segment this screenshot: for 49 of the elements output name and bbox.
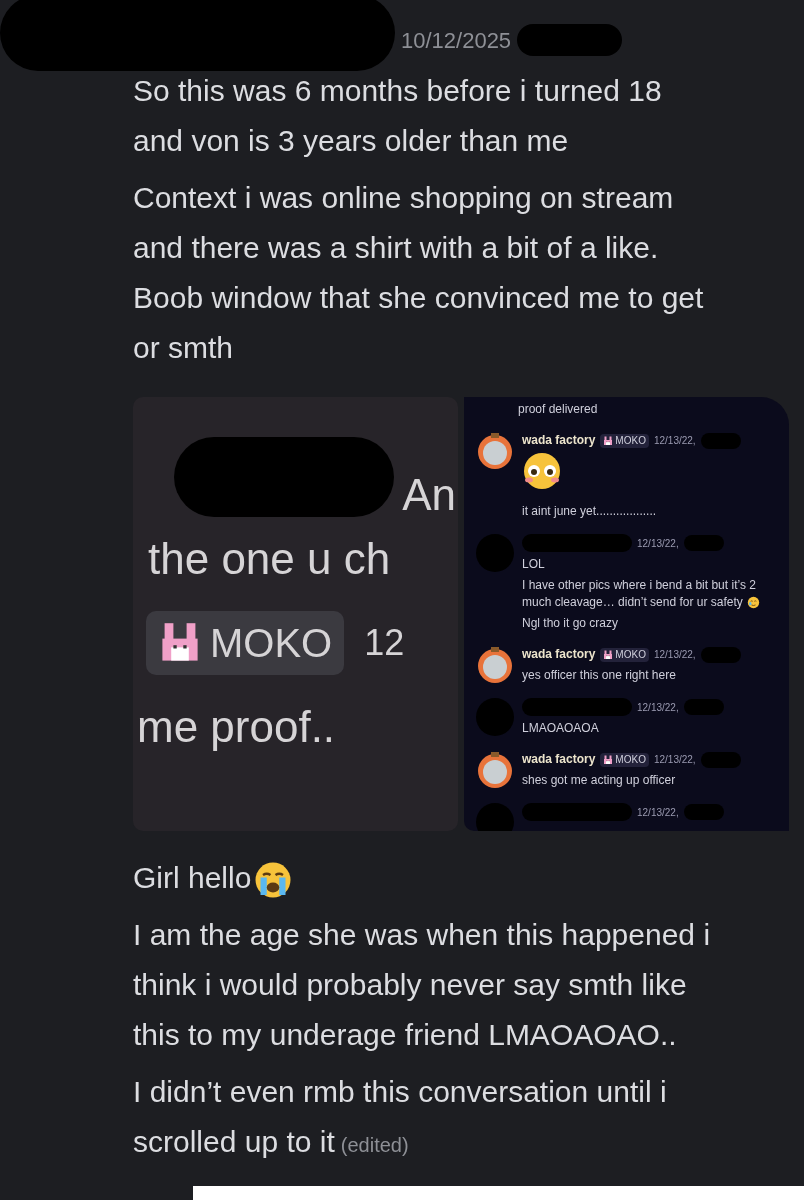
message-text: the one u ch — [148, 537, 392, 581]
message-text: Ngl tho it go crazy — [522, 615, 620, 632]
avatar — [476, 751, 514, 789]
message-text: it aint june yet.................. — [522, 503, 657, 520]
timestamp: 12/13/22, — [637, 700, 679, 715]
message-text: So this was 6 months before i turned 18 and von is 3 years older than me — [133, 73, 663, 159]
timestamp: 12/13/22, — [637, 536, 679, 551]
author-name: wada factory — [522, 432, 596, 449]
redaction-mark — [683, 535, 724, 551]
timestamp: 12/13/22, — [653, 648, 696, 662]
redaction-mark — [700, 432, 741, 449]
author-name: wada factory — [522, 751, 596, 768]
message-text: Girl hello — [133, 853, 804, 903]
message-text: I didn’t even rmb this conversation until i scrolled up to it (edited) — [133, 1074, 668, 1160]
message-text: LMAOAOAOA — [522, 720, 600, 737]
message-text: I am the age she was when this happened i think i would probably never say smth like this to my underage friend LMAOAOAO.. — [133, 917, 712, 1053]
avatar — [476, 646, 514, 684]
redaction-mark — [476, 698, 514, 736]
message-text: LOL — [522, 556, 546, 573]
edited-label: (edited) — [340, 1134, 409, 1156]
message-text: shes got me acting up officer — [522, 772, 677, 789]
role-tag: MOKO — [600, 647, 649, 662]
bunny-icon — [603, 754, 614, 765]
timestamp: 12 — [364, 625, 405, 661]
role-tag: MOKO — [146, 611, 345, 675]
redaction-mark — [683, 699, 724, 715]
message-text: proof delivered — [518, 401, 599, 418]
avatar — [476, 432, 514, 470]
bunny-icon — [603, 435, 614, 446]
message-text: yes officer this one right here — [522, 667, 677, 684]
message-date: 10/12/2025 — [401, 26, 512, 55]
redaction-mark — [700, 646, 741, 663]
message-text: me proof.. — [137, 705, 337, 749]
redaction-mark — [683, 804, 724, 820]
role-tag: MOKO — [600, 433, 649, 448]
message-text: I have other pics where i bend a bit but it’s 2 much cleavage… didn’t send for ur safety — [522, 577, 779, 611]
author-name: wada factory — [522, 646, 596, 663]
message-text: Context i was online shopping on stream and there was a shirt with a bit of a like. Boob window that she convinced me to get or smth — [133, 180, 705, 366]
redaction-mark — [700, 751, 741, 768]
redaction-mark — [476, 534, 514, 572]
message-text: An — [402, 473, 456, 517]
role-tag: MOKO — [600, 752, 649, 767]
smiling-tear-face-icon — [746, 596, 760, 610]
bunny-icon — [603, 649, 614, 660]
flushed-face-icon — [522, 451, 562, 491]
redaction-mark — [476, 803, 514, 831]
timestamp: 12/13/22, — [653, 753, 696, 767]
timestamp: 12/13/22, — [653, 434, 696, 448]
timestamp: 12/13/22, — [637, 805, 679, 820]
